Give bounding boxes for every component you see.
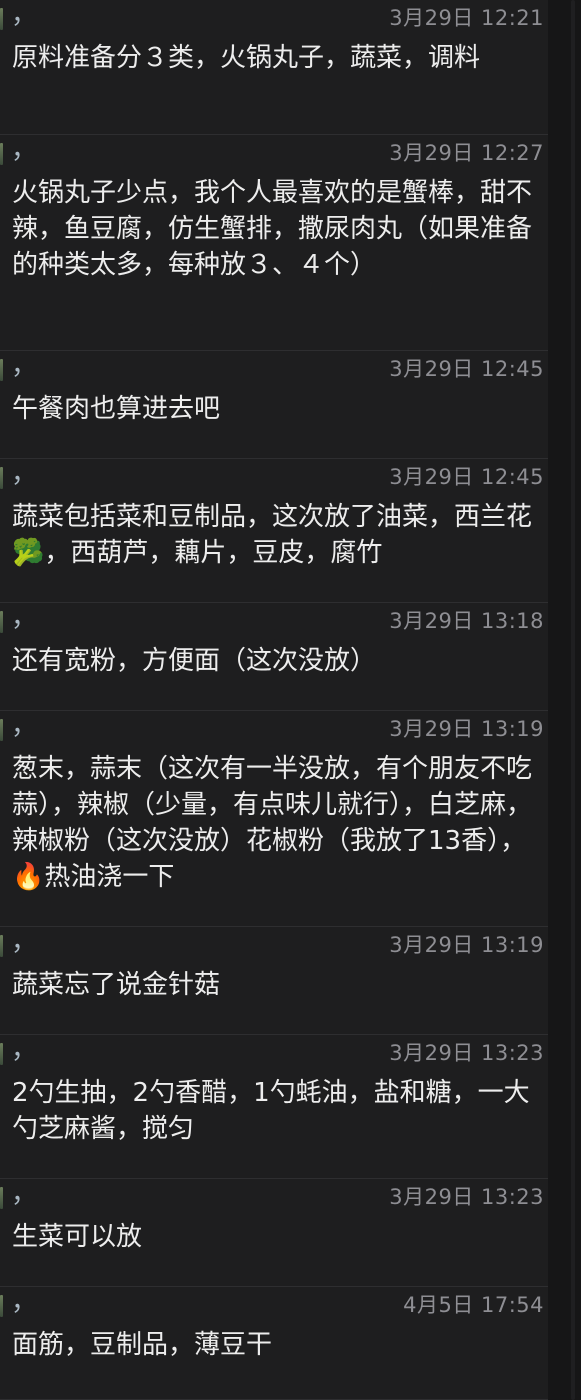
avatar-edge [0,1295,3,1317]
scrollbar-track[interactable] [548,0,581,1400]
avatar-edge [0,1187,3,1209]
message-text: 2勺生抽，2勺香醋，1勺蚝油，盐和糖，一大勺芝麻酱，搅匀 [12,1078,530,1144]
message-item[interactable]: ， 3月29日 13:23 2勺生抽，2勺香醋，1勺蚝油，盐和糖，一大勺芝麻酱，… [0,1035,548,1179]
sender-name: ， [11,603,38,633]
message-timestamp: 3月29日 12:27 [389,141,544,165]
message-timestamp: 3月29日 13:23 [389,1185,544,1209]
message-text: 火锅丸子少点，我个人最喜欢的是蟹棒，甜不辣，鱼豆腐，仿生蟹排，撒尿肉丸（如果准备… [12,178,533,280]
message-item[interactable]: ， 3月29日 13:18 还有宽粉，方便面（这次没放） [0,603,548,711]
message-text: 生菜可以放 [12,1222,143,1252]
message-text: 面筋，豆制品，薄豆干 [12,1330,273,1360]
message-text: 还有宽粉，方便面（这次没放） [12,646,377,676]
avatar-edge [0,1043,3,1065]
avatar-edge [0,467,3,489]
message-item[interactable]: ， 3月29日 13:19 蔬菜忘了说金针菇 [0,927,548,1035]
message-timestamp: 3月29日 13:19 [389,933,544,957]
message-item[interactable]: ， 3月29日 12:27 火锅丸子少点，我个人最喜欢的是蟹棒，甜不辣，鱼豆腐，… [0,135,548,351]
sender-name: ， [11,135,38,165]
message-item[interactable]: ， 4月5日 17:54 面筋，豆制品，薄豆干 [0,1287,548,1400]
sender-name: ， [11,1287,38,1317]
sender-name: ， [11,0,38,30]
sender-name: ， [11,1179,38,1209]
sender-name: ， [11,711,38,741]
message-timestamp: 3月29日 12:21 [389,6,544,30]
chat-message-list: ， 3月29日 12:21 原料准备分３类，火锅丸子，蔬菜，调料 ， 3月29日… [0,0,581,1400]
avatar-edge [0,8,3,30]
avatar-edge [0,611,3,633]
avatar-edge [0,719,3,741]
message-text: 蔬菜包括菜和豆制品，这次放了油菜，西兰花🥦，西葫芦，藕片，豆皮，腐竹 [12,502,533,568]
avatar-edge [0,935,3,957]
sender-name: ， [11,459,38,489]
sender-name: ， [11,351,38,381]
message-text: 葱末，蒜末（这次有一半没放，有个朋友不吃蒜），辣椒（少量，有点味儿就行），白芝麻… [12,754,533,892]
message-text: 午餐肉也算进去吧 [12,394,221,424]
message-item[interactable]: ， 3月29日 13:23 生菜可以放 [0,1179,548,1287]
message-timestamp: 3月29日 13:23 [389,1041,544,1065]
message-item[interactable]: ， 3月29日 12:45 午餐肉也算进去吧 [0,351,548,459]
message-timestamp: 3月29日 13:18 [389,609,544,633]
scrollbar-thumb[interactable] [571,0,575,1400]
sender-name: ， [11,927,38,957]
avatar-edge [0,359,3,381]
message-item[interactable]: ， 3月29日 13:19 葱末，蒜末（这次有一半没放，有个朋友不吃蒜），辣椒（… [0,711,548,927]
message-item[interactable]: ， 3月29日 12:21 原料准备分３类，火锅丸子，蔬菜，调料 [0,0,548,135]
message-item[interactable]: ， 3月29日 12:45 蔬菜包括菜和豆制品，这次放了油菜，西兰花🥦，西葫芦，… [0,459,548,603]
message-timestamp: 3月29日 13:19 [389,717,544,741]
message-timestamp: 3月29日 12:45 [389,465,544,489]
message-timestamp: 4月5日 17:54 [403,1293,544,1317]
message-text: 原料准备分３类，火锅丸子，蔬菜，调料 [12,43,481,73]
sender-name: ， [11,1035,38,1065]
avatar-edge [0,143,3,165]
message-timestamp: 3月29日 12:45 [389,357,544,381]
message-text: 蔬菜忘了说金针菇 [12,970,221,1000]
